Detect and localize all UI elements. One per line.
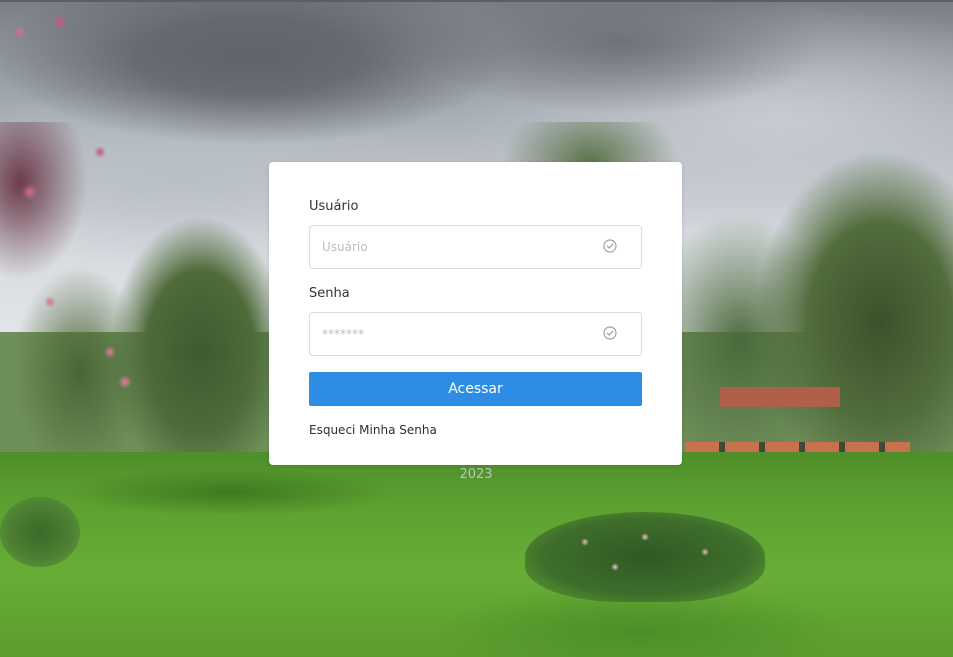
bush-left [0, 497, 80, 567]
forgot-password-link[interactable]: Esqueci Minha Senha [309, 423, 437, 437]
lawn [0, 452, 953, 657]
flowering-tree [0, 2, 150, 422]
submit-button[interactable]: Acessar [309, 372, 642, 406]
copyright-year: 2023 [459, 467, 493, 482]
password-label: Senha [309, 286, 350, 301]
username-field[interactable] [309, 225, 642, 269]
password-input[interactable] [310, 313, 641, 355]
check-circle-icon [603, 239, 617, 253]
username-label: Usuário [309, 199, 359, 214]
check-circle-icon [603, 326, 617, 340]
password-field[interactable] [309, 312, 642, 356]
login-page: 2023 Usuário Senha Acessar Esqueci Minha… [0, 0, 953, 657]
building-roof [720, 387, 840, 407]
login-card: Usuário Senha Acessar Esqueci Minha Senh… [269, 162, 682, 465]
flower-bush [525, 512, 765, 602]
username-input[interactable] [310, 226, 641, 268]
